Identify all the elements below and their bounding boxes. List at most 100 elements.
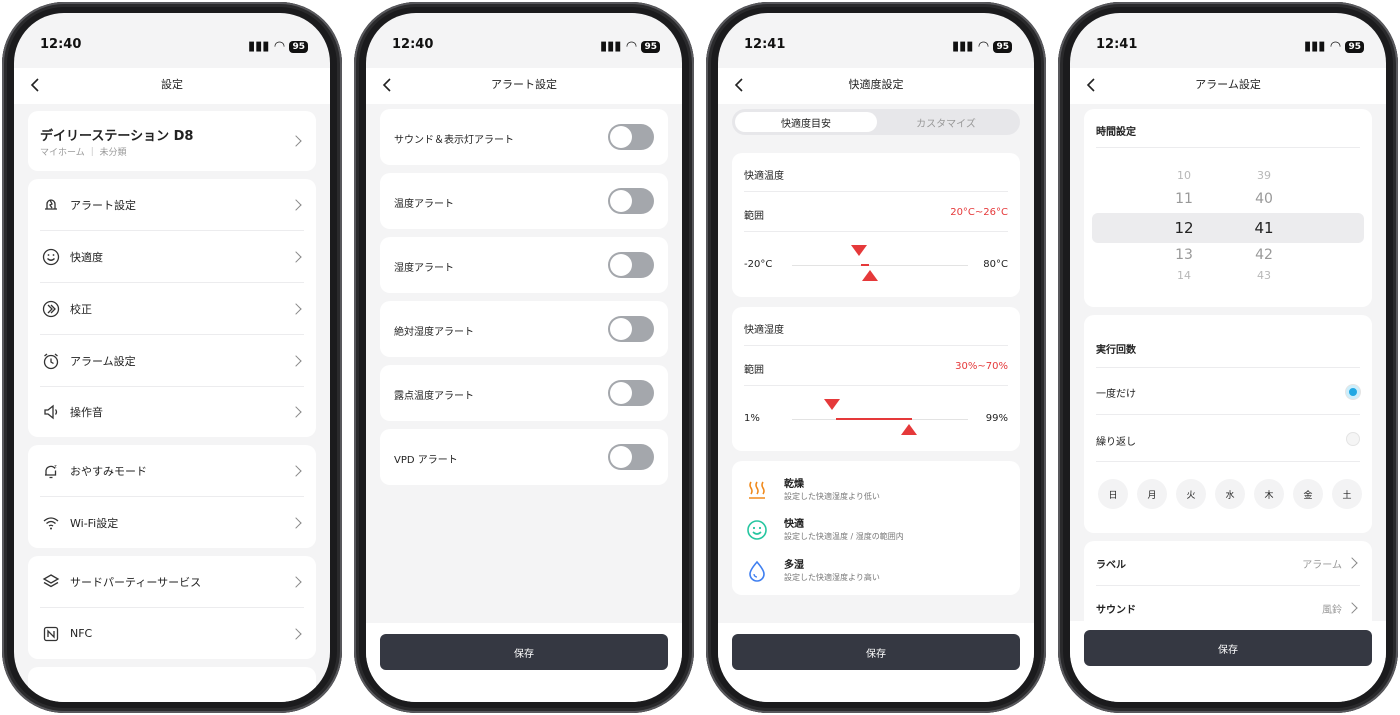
- divider: [1096, 461, 1360, 462]
- sound-value: 風鈴: [1322, 604, 1342, 616]
- tab-customize[interactable]: カスタマイズ: [875, 112, 1017, 132]
- device-location: マイホーム: [40, 148, 85, 158]
- divider: [744, 191, 1008, 192]
- signal-icon: ▮▮▮: [248, 39, 270, 54]
- phone-alert-settings: 12:40 ▮▮▮ ◠ 95 アラート設定 サウンド＆表示灯アラート 温度アラート …: [354, 2, 694, 713]
- divider: [744, 345, 1008, 346]
- dew-point-alert-toggle[interactable]: [608, 380, 654, 406]
- weekday-wed[interactable]: 水: [1215, 479, 1245, 509]
- hour-option: 14: [1177, 269, 1191, 282]
- hour-option: 11: [1175, 191, 1193, 207]
- chevron-right-icon: [290, 627, 302, 640]
- menu-calibration[interactable]: 校正: [40, 283, 304, 335]
- tab-comfort-guide[interactable]: 快適度目安: [735, 112, 877, 132]
- sound-light-alert-toggle[interactable]: [608, 124, 654, 150]
- settings-group-3: サードパーティーサービス NFC: [28, 556, 316, 659]
- time-setting-card: 時間設定 10 11 12 13 14 39 40 41 42 43: [1084, 109, 1372, 307]
- vpd-alert-toggle[interactable]: [608, 444, 654, 470]
- page-title: アラート設定: [491, 78, 557, 91]
- minute-option: 43: [1257, 269, 1271, 282]
- menu-operation-sound[interactable]: 操作音: [40, 387, 304, 437]
- menu-alarm[interactable]: アラーム設定: [40, 335, 304, 387]
- save-button[interactable]: 保存: [732, 634, 1020, 670]
- menu-comfort[interactable]: 快適度: [40, 231, 304, 283]
- hour-selected: 12: [1174, 219, 1194, 237]
- option-repeat-label: 繰り返し: [1096, 437, 1136, 448]
- hour-wheel[interactable]: 10 11 12 13 14: [1154, 159, 1214, 289]
- slider-high-handle[interactable]: [862, 270, 878, 281]
- temperature-alert-toggle[interactable]: [608, 188, 654, 214]
- toggle-label: 絶対湿度アラート: [394, 327, 474, 338]
- option-once-radio[interactable]: [1346, 385, 1360, 399]
- legend-desc: 設定した快適湿度より高い: [784, 573, 880, 582]
- menu-alert-settings[interactable]: アラート設定: [40, 179, 304, 231]
- label-key: ラベル: [1096, 559, 1126, 571]
- divider: [1096, 147, 1360, 148]
- chevron-right-icon: [1346, 557, 1358, 569]
- weekday-fri[interactable]: 金: [1293, 479, 1323, 509]
- battery-indicator: 95: [289, 40, 308, 53]
- divider: [744, 385, 1008, 386]
- menu-label: おやすみモード: [70, 465, 147, 478]
- weekday-sun[interactable]: 日: [1098, 479, 1128, 509]
- slider-high-handle[interactable]: [901, 424, 917, 435]
- status-bar: 12:41 ▮▮▮ ◠ 95: [1070, 37, 1386, 57]
- option-once-label: 一度だけ: [1096, 389, 1136, 400]
- status-bar: 12:40 ▮▮▮ ◠ 95: [14, 37, 330, 57]
- sound-key: サウンド: [1096, 604, 1136, 616]
- repeat-card: 実行回数 一度だけ 繰り返し 日 月 火 水 木 金 土: [1084, 315, 1372, 533]
- toggle-card-vpd: VPD アラート: [380, 429, 668, 485]
- chevron-right-icon: [290, 251, 302, 263]
- menu-label: 操作音: [70, 406, 103, 419]
- slider-low-handle[interactable]: [851, 245, 867, 256]
- legend-title: 快適: [784, 519, 804, 530]
- device-category: 未分類: [99, 148, 127, 158]
- settings-group-4: [28, 667, 316, 702]
- speaker-icon: [40, 401, 62, 423]
- minute-option: 42: [1255, 247, 1273, 263]
- menu-wifi[interactable]: Wi-Fi設定: [40, 497, 304, 548]
- slider-min-label: -20°C: [744, 259, 773, 270]
- battery-indicator: 95: [993, 40, 1012, 53]
- slider-min-label: 1%: [744, 413, 760, 424]
- save-button[interactable]: 保存: [1084, 630, 1372, 666]
- minute-option: 39: [1257, 169, 1271, 182]
- weekday-mon[interactable]: 月: [1137, 479, 1167, 509]
- screen-alarm-settings: 12:41 ▮▮▮ ◠ 95 アラーム設定 時間設定 10 11 12 13 14 …: [1070, 13, 1386, 702]
- sleep-bell-icon: z: [40, 460, 62, 482]
- section-heading: 快適温度: [744, 171, 784, 182]
- alarm-clock-icon: [40, 350, 62, 372]
- wifi-icon: [40, 512, 62, 534]
- weekday-sat[interactable]: 土: [1332, 479, 1362, 509]
- nav-bar: アラート設定: [366, 68, 682, 104]
- weekday-tue[interactable]: 火: [1176, 479, 1206, 509]
- settings-group-1: アラート設定 快適度 校正 アラーム設定 操作音: [28, 179, 316, 437]
- chevron-right-icon: [290, 303, 302, 315]
- page-title: アラーム設定: [1195, 78, 1261, 91]
- absolute-humidity-alert-toggle[interactable]: [608, 316, 654, 342]
- section-heading: 快適湿度: [744, 325, 784, 336]
- minute-wheel[interactable]: 39 40 41 42 43: [1234, 159, 1294, 289]
- time-picker-highlight: [1092, 213, 1364, 243]
- nav-bar: アラーム設定: [1070, 68, 1386, 104]
- menu-label: NFC: [70, 627, 93, 640]
- segmented-control: 快適度目安 カスタマイズ: [732, 109, 1020, 135]
- label-row[interactable]: ラベル アラーム: [1096, 541, 1360, 585]
- legend-desc: 設定した快適湿度より低い: [784, 492, 880, 501]
- menu-sleep-mode[interactable]: z おやすみモード: [40, 445, 304, 497]
- divider: [1096, 367, 1360, 368]
- menu-nfc[interactable]: NFC: [40, 608, 304, 659]
- smile-face-icon: [747, 520, 767, 540]
- calibrate-icon: [40, 298, 62, 320]
- humidity-alert-toggle[interactable]: [608, 252, 654, 278]
- menu-third-party[interactable]: サードパーティーサービス: [40, 556, 304, 608]
- save-button[interactable]: 保存: [380, 634, 668, 670]
- label-value: アラーム: [1302, 559, 1342, 571]
- temperature-range-value: 20°C~26°C: [950, 207, 1008, 218]
- device-card[interactable]: デイリーステーション D8 マイホーム ｜ 未分類: [28, 111, 316, 171]
- slider-low-handle[interactable]: [824, 399, 840, 410]
- option-repeat-radio[interactable]: [1346, 432, 1360, 446]
- section-heading: 実行回数: [1096, 345, 1136, 356]
- heat-icon: [749, 481, 765, 499]
- weekday-thu[interactable]: 木: [1254, 479, 1284, 509]
